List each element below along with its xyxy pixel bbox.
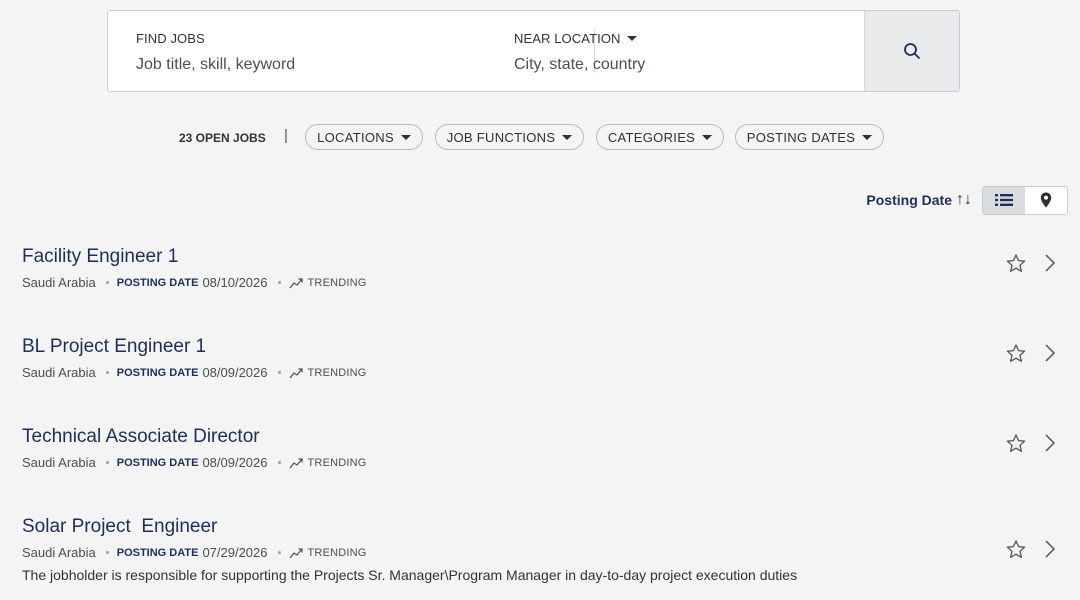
near-location-field[interactable]: NEAR LOCATION [486,11,864,91]
find-jobs-input[interactable] [136,56,466,74]
chevron-down-icon [626,36,637,41]
posting-date-value: 08/10/2026 [202,275,268,290]
near-location-input[interactable] [514,56,844,74]
job-actions [1006,343,1056,363]
job-meta: Saudi Arabia POSTING DATE 07/29/2026 TRE… [22,545,1080,560]
trending-icon [289,367,303,378]
job-meta: Saudi Arabia POSTING DATE 08/09/2026 TRE… [22,455,1080,470]
meta-separator [105,371,109,374]
job-actions [1006,539,1056,559]
star-icon [1006,433,1026,452]
job-location: Saudi Arabia [22,455,96,470]
job-description: The jobholder is responsible for support… [22,567,798,583]
trending-badge: TRENDING [289,457,367,469]
meta-separator [277,551,281,554]
list-view-button[interactable] [983,186,1025,214]
meta-separator [105,461,109,464]
filter-bar: 23 OPEN JOBS | LOCATIONS JOB FUNCTIONS C… [0,124,1080,152]
trending-badge: TRENDING [289,277,367,289]
open-job-button[interactable] [1044,253,1056,273]
chevron-right-icon [1045,344,1056,362]
posting-date-label: POSTING DATE [116,456,199,469]
trending-badge: TRENDING [289,547,367,559]
job-actions [1006,433,1056,453]
posting-date-label: POSTING DATE [116,276,199,289]
map-pin-icon [1040,192,1052,208]
chevron-down-icon [702,134,713,140]
star-icon [1006,343,1026,362]
search-button[interactable] [864,11,959,91]
job-list-item[interactable]: Facility Engineer 1 Saudi Arabia POSTING… [22,245,1080,290]
chevron-down-icon [562,134,573,140]
save-job-button[interactable] [1006,343,1026,363]
job-list-item[interactable]: Solar Project Engineer Saudi Arabia POST… [22,515,1080,583]
chevron-right-icon [1045,540,1056,558]
trending-label: TRENDING [307,456,367,469]
posting-dates-filter-label: POSTING DATES [746,129,856,145]
trending-icon [289,277,303,288]
view-toggle [982,185,1068,215]
posting-date-value: 08/09/2026 [202,455,268,470]
job-title[interactable]: Facility Engineer 1 [22,245,1080,269]
job-title[interactable]: BL Project Engineer 1 [22,335,1080,359]
meta-separator [105,551,109,554]
job-meta: Saudi Arabia POSTING DATE 08/10/2026 TRE… [22,275,1080,290]
meta-separator [277,371,281,374]
posting-date-label: POSTING DATE [116,546,199,559]
map-view-button[interactable] [1025,186,1067,214]
sort-direction-icon[interactable]: ↑↓ [956,191,972,209]
posting-date-value: 07/29/2026 [202,545,268,560]
list-icon [995,194,1013,206]
sort-bar: Posting Date ↑↓ [866,185,1068,215]
job-functions-filter-label: JOB FUNCTIONS [446,129,556,145]
filter-separator: | [284,127,288,144]
job-location: Saudi Arabia [22,545,96,560]
job-list-item[interactable]: Technical Associate Director Saudi Arabi… [22,425,1080,470]
categories-filter[interactable]: CATEGORIES [596,124,724,150]
chevron-down-icon [862,134,873,140]
chevron-right-icon [1045,434,1056,452]
open-job-button[interactable] [1044,539,1056,559]
open-job-button[interactable] [1044,433,1056,453]
job-location: Saudi Arabia [22,365,96,380]
star-icon [1006,253,1026,272]
save-job-button[interactable] [1006,539,1026,559]
meta-separator [277,461,281,464]
trending-label: TRENDING [307,276,367,289]
find-jobs-field[interactable]: FIND JOBS [108,11,486,91]
find-jobs-label: FIND JOBS [136,31,205,46]
search-icon [904,43,920,59]
trending-label: TRENDING [307,366,367,379]
chevron-right-icon [1045,254,1056,272]
meta-separator [105,281,109,284]
open-jobs-count: 23 OPEN JOBS [179,131,266,145]
posting-date-value: 08/09/2026 [202,365,268,380]
trending-icon [289,457,303,468]
chevron-down-icon [400,134,411,140]
near-location-label-text: NEAR LOCATION [514,31,621,46]
sort-by-posting-date[interactable]: Posting Date [866,192,952,208]
trending-label: TRENDING [307,546,367,559]
save-job-button[interactable] [1006,253,1026,273]
locations-filter[interactable]: LOCATIONS [305,124,423,150]
job-list-item[interactable]: BL Project Engineer 1 Saudi Arabia POSTI… [22,335,1080,380]
job-location: Saudi Arabia [22,275,96,290]
job-functions-filter[interactable]: JOB FUNCTIONS [435,124,584,150]
categories-filter-label: CATEGORIES [607,129,696,145]
job-meta: Saudi Arabia POSTING DATE 08/09/2026 TRE… [22,365,1080,380]
meta-separator [277,281,281,284]
job-title[interactable]: Solar Project Engineer [22,515,1080,539]
trending-badge: TRENDING [289,367,367,379]
trending-icon [289,547,303,558]
job-actions [1006,253,1056,273]
open-job-button[interactable] [1044,343,1056,363]
posting-dates-filter[interactable]: POSTING DATES [735,124,884,150]
star-icon [1006,539,1026,558]
save-job-button[interactable] [1006,433,1026,453]
posting-date-label: POSTING DATE [116,366,199,379]
near-location-label[interactable]: NEAR LOCATION [514,31,864,46]
job-title[interactable]: Technical Associate Director [22,425,1080,449]
job-search-box: FIND JOBS NEAR LOCATION [107,10,960,92]
locations-filter-label: LOCATIONS [317,129,394,145]
